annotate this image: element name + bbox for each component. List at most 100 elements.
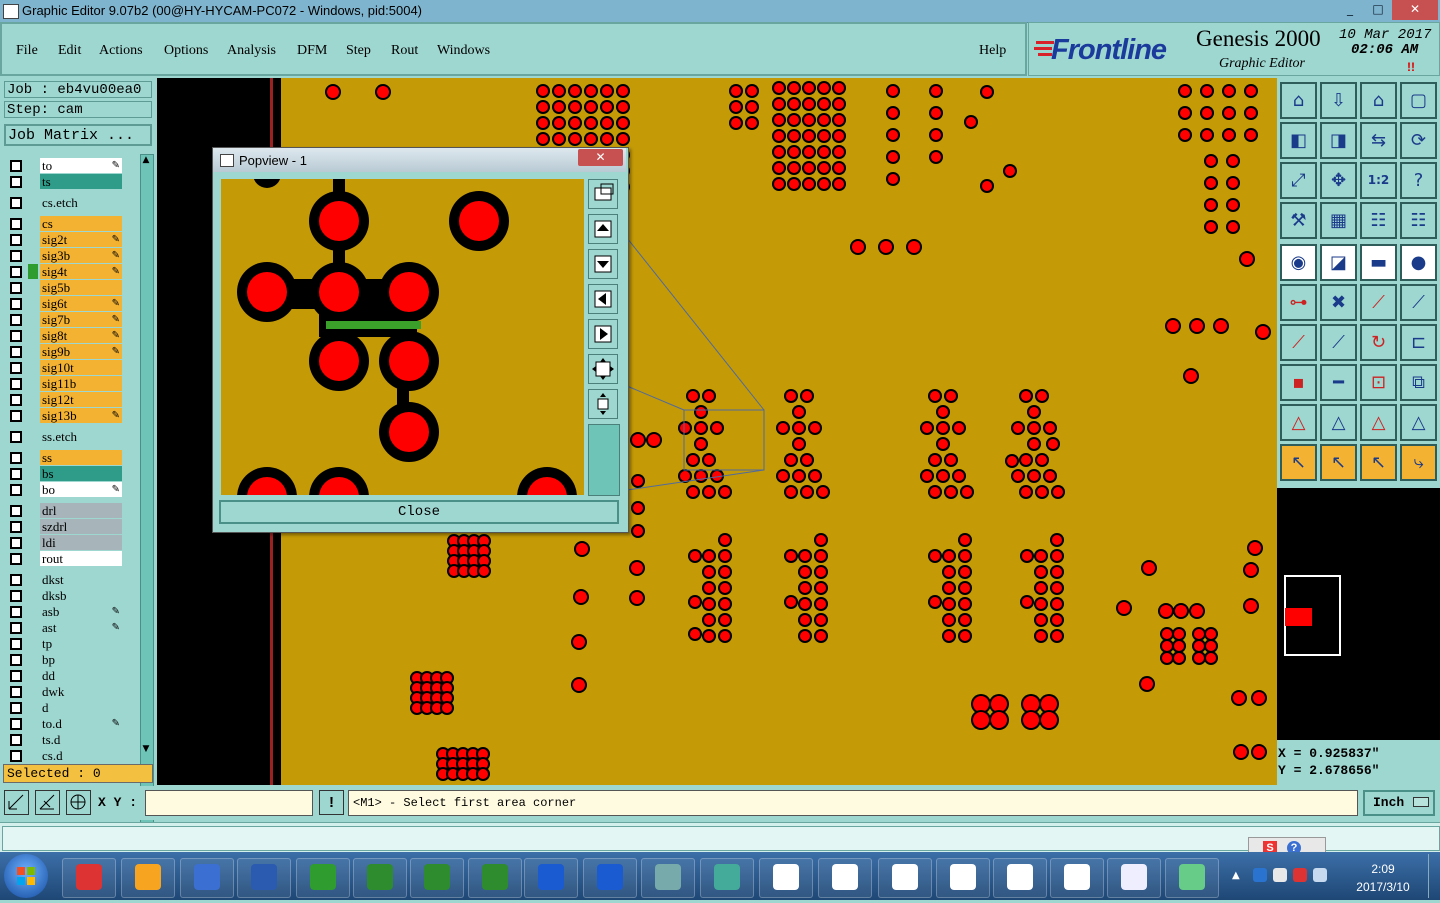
popview-canvas[interactable]	[221, 179, 584, 495]
layer-name[interactable]: sig6t	[40, 296, 122, 311]
route-pointer-icon[interactable]: ⤷	[1400, 444, 1437, 481]
frontline-app-3-icon[interactable]	[583, 858, 637, 898]
layer-checkbox[interactable]	[10, 505, 22, 517]
layer-name[interactable]: sig11b	[40, 376, 122, 391]
layer-checkbox[interactable]	[10, 654, 22, 666]
arc-node-icon[interactable]: ⟋	[1400, 284, 1437, 321]
layer-name[interactable]: asb	[40, 604, 122, 619]
menu-actions[interactable]: Actions	[99, 43, 143, 59]
layer-checkbox[interactable]	[10, 378, 22, 390]
layer-checkbox[interactable]	[10, 537, 22, 549]
layer-checkbox[interactable]	[10, 622, 22, 634]
layer-row-sig7b[interactable]: sig7b ✎	[8, 312, 124, 327]
rotate-icon[interactable]: ↻	[1360, 324, 1397, 361]
layer-name[interactable]: ast	[40, 620, 122, 635]
layer-row-dwk[interactable]: dwk	[8, 684, 124, 699]
frontline-app-2-icon[interactable]	[524, 858, 578, 898]
help-query-icon[interactable]: ?	[1400, 162, 1437, 199]
layer-name[interactable]: sig7b	[40, 312, 122, 327]
layer-row-ts-d[interactable]: ts.d	[8, 732, 124, 747]
view-down-icon[interactable]: ⇩	[1320, 82, 1357, 119]
layer-row-bp[interactable]: bp	[8, 652, 124, 667]
connect-nodes-icon[interactable]: ⊶	[1280, 284, 1317, 321]
layer-name[interactable]: sig13b	[40, 408, 122, 423]
layer-row-sig13b[interactable]: sig13b ✎	[8, 408, 124, 423]
popview-pan-left-icon[interactable]	[588, 284, 618, 314]
layer-row-cs-d[interactable]: cs.d	[8, 748, 124, 763]
redraw-icon[interactable]: ⟳	[1400, 122, 1437, 159]
pan-right-icon[interactable]: ◨	[1320, 122, 1357, 159]
scroll-up-icon[interactable]: ▲	[141, 155, 151, 167]
layer-name[interactable]: sig10t	[40, 360, 122, 375]
layer-checkbox[interactable]	[10, 468, 22, 480]
layer-checkbox[interactable]	[10, 410, 22, 422]
layer-name[interactable]: to.d	[40, 716, 122, 731]
layer-name[interactable]: cs.d	[40, 748, 122, 763]
job-matrix-button[interactable]: Job Matrix ...	[4, 124, 152, 146]
layer-row-rout[interactable]: rout	[8, 551, 124, 566]
layer-row-to[interactable]: to ✎	[8, 158, 124, 173]
scale-1-2-icon[interactable]: 1:2	[1360, 162, 1397, 199]
mirror-f-icon[interactable]: ⊏	[1400, 324, 1437, 361]
menu-help[interactable]: Help	[979, 43, 1006, 59]
excel-app-3-icon[interactable]	[468, 858, 522, 898]
pad-select-icon[interactable]: ◉	[1280, 244, 1317, 281]
layer-row-sig11b[interactable]: sig11b	[8, 376, 124, 391]
clock-time[interactable]: 2:09	[1355, 862, 1411, 876]
start-orb-icon[interactable]	[4, 854, 48, 898]
scroll-down-icon[interactable]: ▼	[141, 744, 151, 756]
layer-checkbox[interactable]	[10, 266, 22, 278]
layer-name[interactable]: sig2t	[40, 232, 122, 247]
menu-rout[interactable]: Rout	[391, 43, 418, 59]
layer-name[interactable]: drl	[40, 503, 122, 518]
layer-checkbox[interactable]	[10, 282, 22, 294]
pan-left-icon[interactable]: ◧	[1280, 122, 1317, 159]
layer-checkbox[interactable]	[10, 750, 22, 762]
ruler-icon[interactable]: ▬	[1360, 244, 1397, 281]
layer-name[interactable]: dkst	[40, 572, 122, 587]
angle-mode-icon[interactable]	[35, 790, 60, 815]
text-doc-icon[interactable]	[1107, 858, 1161, 898]
layer-name[interactable]: dwk	[40, 684, 122, 699]
xy-input[interactable]	[145, 790, 313, 816]
layer-name[interactable]: bs	[40, 466, 122, 481]
shell-app-icon[interactable]	[121, 858, 175, 898]
layer-checkbox[interactable]	[10, 176, 22, 188]
tray-network-icon[interactable]	[1313, 868, 1327, 882]
layer-checkbox[interactable]	[10, 686, 22, 698]
pointer-circle-icon[interactable]: ↖	[1360, 444, 1397, 481]
units-dropdown-icon[interactable]	[1413, 797, 1429, 807]
snap-mode-icon[interactable]	[4, 790, 29, 815]
layer-name[interactable]: ts	[40, 174, 122, 189]
layer-checkbox[interactable]	[10, 314, 22, 326]
editor-window-6-icon[interactable]	[1050, 858, 1104, 898]
layer-row-dkst[interactable]: dkst	[8, 572, 124, 587]
measure-tool-icon[interactable]: ⚒	[1280, 202, 1317, 239]
layer-checkbox[interactable]	[10, 638, 22, 650]
layer-name[interactable]: to	[40, 158, 122, 173]
triangle-red-icon[interactable]: △	[1280, 404, 1317, 441]
layer-checkbox[interactable]	[10, 718, 22, 730]
cross-delete-icon[interactable]: ✖	[1320, 284, 1357, 321]
zoom-fit-icon[interactable]: ⤢	[1280, 162, 1317, 199]
zoom-window-icon[interactable]: ▢	[1400, 82, 1437, 119]
show-desktop-button[interactable]	[1428, 854, 1440, 898]
layer-row-bs[interactable]: bs	[8, 466, 124, 481]
menu-edit[interactable]: Edit	[58, 43, 81, 59]
layer-checkbox[interactable]	[10, 521, 22, 533]
line-hyphen-icon[interactable]: ━	[1320, 364, 1357, 401]
grid-snap-icon[interactable]	[66, 790, 91, 815]
layer-checkbox[interactable]	[10, 197, 22, 209]
layer-row-ast[interactable]: ast ✎	[8, 620, 124, 635]
layer-row-ts[interactable]: ts	[8, 174, 124, 189]
popview-close-button[interactable]: Close	[219, 500, 619, 524]
layer-checkbox[interactable]	[10, 362, 22, 374]
clock-date[interactable]: 2017/3/10	[1350, 880, 1416, 894]
layer-row-drl[interactable]: drl	[8, 503, 124, 518]
layers-compare-icon[interactable]: ☷	[1400, 202, 1437, 239]
save-app-icon[interactable]	[237, 858, 291, 898]
layer-name[interactable]: sig8t	[40, 328, 122, 343]
close-button[interactable]: ✕	[1392, 0, 1438, 20]
minimize-button[interactable]: _	[1335, 0, 1365, 20]
pointer-box-icon[interactable]: ↖	[1320, 444, 1357, 481]
